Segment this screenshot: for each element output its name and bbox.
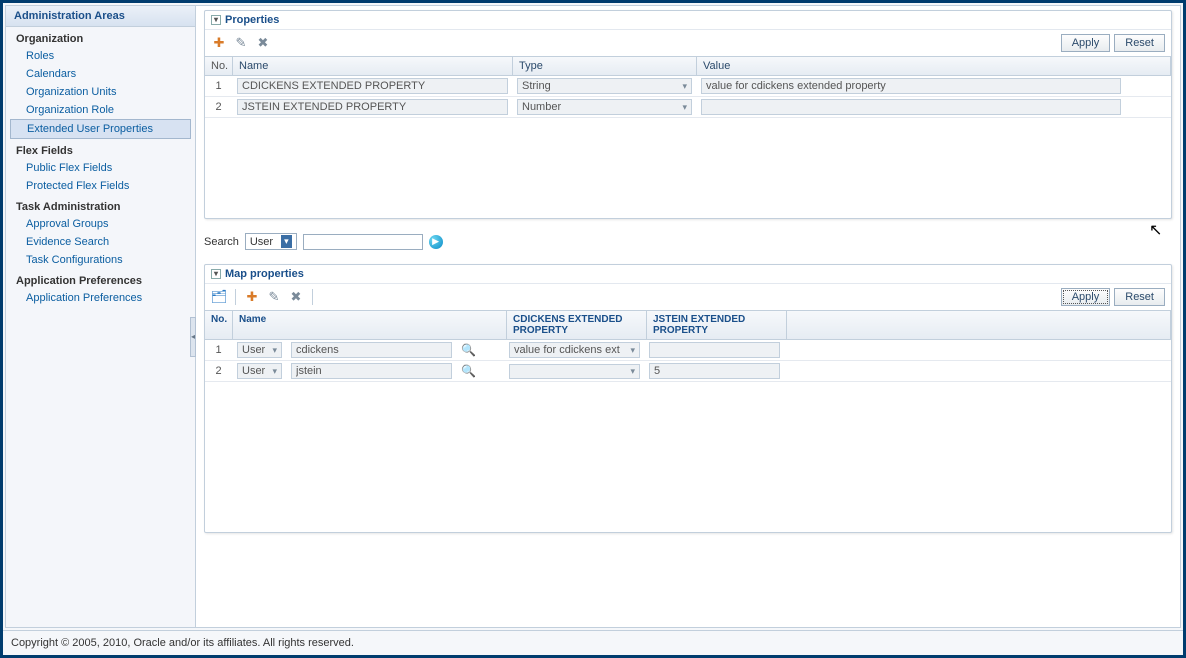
- sidebar-section-task-administration: Task Administration: [6, 195, 195, 215]
- properties-title: Properties: [225, 14, 279, 26]
- sidebar-item-calendars[interactable]: Calendars: [6, 65, 195, 83]
- row-no: 2: [205, 99, 233, 115]
- col-value: Value: [697, 57, 1171, 75]
- properties-toolbar: ✚ ✎ ✖ Apply Reset: [205, 30, 1171, 56]
- search-row: Search User ▾ ▶: [204, 231, 1172, 252]
- sidebar-item-task-configurations[interactable]: Task Configurations: [6, 251, 195, 269]
- delete-icon[interactable]: ✖: [288, 289, 304, 305]
- search-type-select[interactable]: User ▾: [245, 233, 297, 250]
- table-row: 1 String▾: [205, 76, 1171, 97]
- map-title: Map properties: [225, 268, 304, 280]
- col-cdickens-property: CDICKENS EXTENDED PROPERTY: [507, 311, 647, 339]
- chevron-down-icon: ▾: [281, 235, 292, 248]
- sidebar-item-evidence-search[interactable]: Evidence Search: [6, 233, 195, 251]
- row-no: 1: [205, 78, 233, 94]
- table-row: 1 User▾ 🔍 value for cdickens ext▾: [205, 340, 1171, 361]
- name-input[interactable]: [237, 99, 508, 115]
- chevron-down-icon: ▾: [682, 81, 687, 92]
- new-icon[interactable]: ✚: [211, 35, 227, 51]
- content: ◂ ▾ Properties ✚ ✎ ✖ Apply Reset N: [196, 6, 1180, 627]
- user-type-select[interactable]: User▾: [237, 363, 282, 379]
- collapse-icon[interactable]: ▾: [211, 15, 221, 25]
- reset-button[interactable]: Reset: [1114, 288, 1165, 306]
- properties-grid-header: No. Name Type Value: [205, 56, 1171, 76]
- sidebar-item-application-preferences[interactable]: Application Preferences: [6, 289, 195, 307]
- search-go-icon[interactable]: ▶: [429, 235, 443, 249]
- user-name-input[interactable]: [291, 363, 452, 379]
- separator: [235, 289, 236, 305]
- type-select[interactable]: Number▾: [517, 99, 692, 115]
- lookup-icon[interactable]: 🔍: [461, 343, 476, 357]
- collapse-icon[interactable]: ▾: [211, 269, 221, 279]
- map-grid-body: 1 User▾ 🔍 value for cdickens ext▾ 2 User…: [205, 340, 1171, 532]
- sidebar-item-organization-role[interactable]: Organization Role: [6, 101, 195, 119]
- search-input[interactable]: [303, 234, 423, 250]
- edit-icon[interactable]: ✎: [266, 289, 282, 305]
- footer-copyright: Copyright © 2005, 2010, Oracle and/or it…: [3, 630, 1183, 655]
- sidebar-item-extended-user-properties[interactable]: Extended User Properties: [10, 119, 191, 139]
- row-no: 2: [205, 363, 233, 379]
- lookup-icon[interactable]: 🔍: [461, 364, 476, 378]
- col-name: Name: [233, 57, 513, 75]
- type-select[interactable]: String▾: [517, 78, 692, 94]
- value-input[interactable]: [701, 78, 1121, 94]
- cdickens-value-select[interactable]: value for cdickens ext▾: [509, 342, 640, 358]
- chevron-down-icon: ▾: [272, 345, 277, 356]
- main-area: Administration Areas Organization Roles …: [5, 5, 1181, 628]
- col-spacer: [787, 311, 1171, 339]
- map-panel-header: ▾ Map properties: [205, 265, 1171, 284]
- col-type: Type: [513, 57, 697, 75]
- splitter-handle[interactable]: ◂: [190, 317, 196, 357]
- map-icon[interactable]: 🗂: [211, 289, 227, 305]
- user-name-input[interactable]: [291, 342, 452, 358]
- new-icon[interactable]: ✚: [244, 289, 260, 305]
- col-name: Name: [233, 311, 507, 339]
- apply-button[interactable]: Apply: [1061, 288, 1111, 306]
- map-grid-header: No. Name CDICKENS EXTENDED PROPERTY JSTE…: [205, 310, 1171, 340]
- table-row: 2 Number▾: [205, 97, 1171, 118]
- sidebar-item-protected-flex-fields[interactable]: Protected Flex Fields: [6, 177, 195, 195]
- jstein-value-input[interactable]: [649, 363, 780, 379]
- properties-panel: ▾ Properties ✚ ✎ ✖ Apply Reset No. Name …: [204, 10, 1172, 219]
- col-jstein-property: JSTEIN EXTENDED PROPERTY: [647, 311, 787, 339]
- sidebar-title: Administration Areas: [6, 6, 195, 27]
- col-no: No.: [205, 311, 233, 339]
- properties-grid-body: 1 String▾ 2 Number▾: [205, 76, 1171, 218]
- col-no: No.: [205, 57, 233, 75]
- sidebar-item-approval-groups[interactable]: Approval Groups: [6, 215, 195, 233]
- separator: [312, 289, 313, 305]
- apply-button[interactable]: Apply: [1061, 34, 1111, 52]
- chevron-down-icon: ▾: [630, 345, 635, 356]
- table-row: 2 User▾ 🔍 ▾: [205, 361, 1171, 382]
- sidebar-section-application-preferences: Application Preferences: [6, 269, 195, 289]
- edit-icon[interactable]: ✎: [233, 35, 249, 51]
- search-label: Search: [204, 236, 239, 248]
- jstein-value-input[interactable]: [649, 342, 780, 358]
- app-frame: Administration Areas Organization Roles …: [0, 0, 1186, 658]
- value-input[interactable]: [701, 99, 1121, 115]
- sidebar-section-flex-fields: Flex Fields: [6, 139, 195, 159]
- sidebar-item-public-flex-fields[interactable]: Public Flex Fields: [6, 159, 195, 177]
- properties-panel-header: ▾ Properties: [205, 11, 1171, 30]
- name-input[interactable]: [237, 78, 508, 94]
- sidebar: Administration Areas Organization Roles …: [6, 6, 196, 627]
- chevron-down-icon: ▾: [630, 366, 635, 377]
- sidebar-section-organization: Organization: [6, 27, 195, 47]
- map-properties-panel: ▾ Map properties 🗂 ✚ ✎ ✖ Apply Reset: [204, 264, 1172, 533]
- user-type-select[interactable]: User▾: [237, 342, 282, 358]
- row-no: 1: [205, 342, 233, 358]
- chevron-down-icon: ▾: [272, 366, 277, 377]
- map-toolbar: 🗂 ✚ ✎ ✖ Apply Reset: [205, 284, 1171, 310]
- reset-button[interactable]: Reset: [1114, 34, 1165, 52]
- delete-icon[interactable]: ✖: [255, 35, 271, 51]
- sidebar-item-organization-units[interactable]: Organization Units: [6, 83, 195, 101]
- sidebar-item-roles[interactable]: Roles: [6, 47, 195, 65]
- cdickens-value-select[interactable]: ▾: [509, 364, 640, 379]
- chevron-down-icon: ▾: [682, 102, 687, 113]
